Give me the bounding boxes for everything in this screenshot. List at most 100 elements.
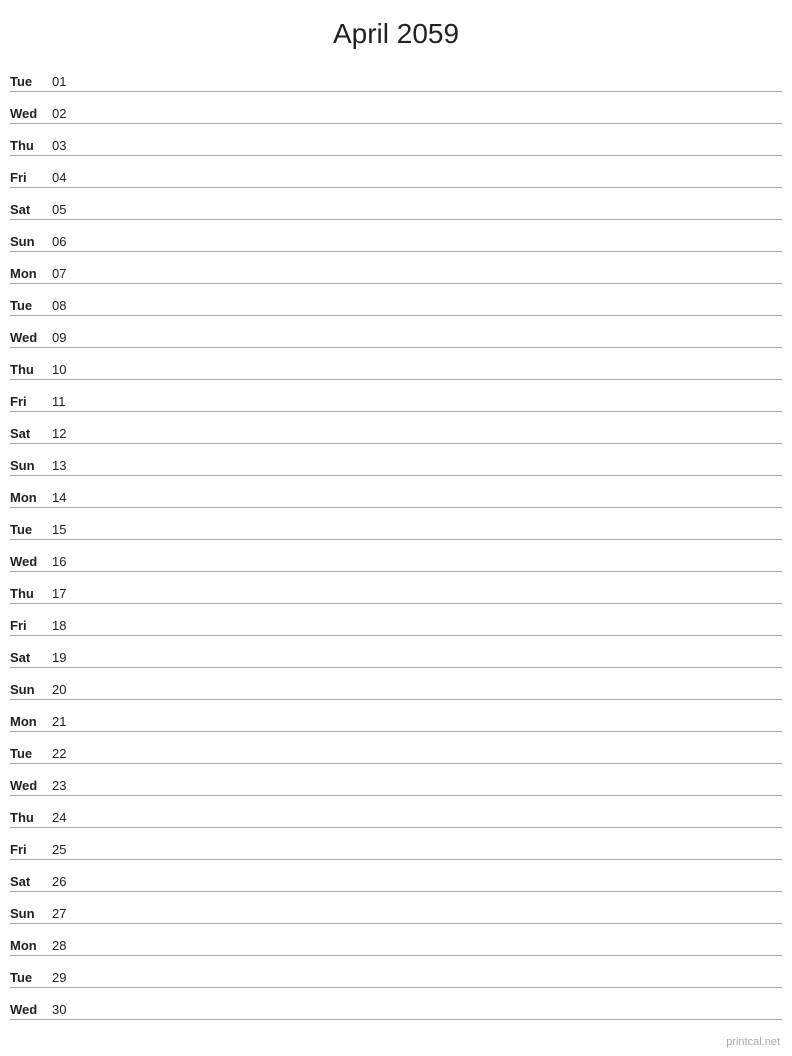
day-row: Thu24 [10, 796, 782, 828]
day-line [80, 408, 782, 409]
day-number: 23 [52, 778, 80, 793]
day-row: Wed23 [10, 764, 782, 796]
day-name: Fri [10, 394, 52, 409]
day-line [80, 536, 782, 537]
day-name: Sat [10, 874, 52, 889]
day-name: Wed [10, 554, 52, 569]
day-row: Wed16 [10, 540, 782, 572]
day-number: 30 [52, 1002, 80, 1017]
day-line [80, 184, 782, 185]
day-name: Thu [10, 586, 52, 601]
day-name: Wed [10, 330, 52, 345]
day-row: Fri11 [10, 380, 782, 412]
day-name: Sat [10, 426, 52, 441]
day-number: 17 [52, 586, 80, 601]
day-name: Fri [10, 170, 52, 185]
day-number: 08 [52, 298, 80, 313]
day-row: Sun20 [10, 668, 782, 700]
day-row: Mon07 [10, 252, 782, 284]
page-title: April 2059 [0, 0, 792, 60]
day-row: Tue15 [10, 508, 782, 540]
day-line [80, 216, 782, 217]
day-number: 07 [52, 266, 80, 281]
day-number: 18 [52, 618, 80, 633]
day-row: Sun06 [10, 220, 782, 252]
day-name: Mon [10, 938, 52, 953]
day-line [80, 344, 782, 345]
day-line [80, 952, 782, 953]
day-row: Wed09 [10, 316, 782, 348]
day-name: Sun [10, 234, 52, 249]
day-name: Tue [10, 746, 52, 761]
day-name: Wed [10, 778, 52, 793]
day-name: Sat [10, 650, 52, 665]
day-number: 21 [52, 714, 80, 729]
day-number: 20 [52, 682, 80, 697]
day-number: 05 [52, 202, 80, 217]
day-line [80, 920, 782, 921]
day-line [80, 248, 782, 249]
day-number: 01 [52, 74, 80, 89]
day-row: Mon28 [10, 924, 782, 956]
day-line [80, 472, 782, 473]
day-line [80, 568, 782, 569]
day-number: 24 [52, 810, 80, 825]
day-line [80, 120, 782, 121]
day-number: 26 [52, 874, 80, 889]
day-line [80, 856, 782, 857]
day-name: Wed [10, 106, 52, 121]
day-line [80, 88, 782, 89]
day-row: Mon14 [10, 476, 782, 508]
day-line [80, 152, 782, 153]
day-line [80, 984, 782, 985]
day-line [80, 760, 782, 761]
day-name: Thu [10, 138, 52, 153]
day-number: 28 [52, 938, 80, 953]
day-line [80, 696, 782, 697]
day-line [80, 728, 782, 729]
day-row: Fri25 [10, 828, 782, 860]
watermark: printcal.net [726, 1036, 780, 1048]
day-row: Sat05 [10, 188, 782, 220]
day-line [80, 632, 782, 633]
day-name: Sun [10, 682, 52, 697]
day-row: Wed02 [10, 92, 782, 124]
day-name: Tue [10, 970, 52, 985]
day-row: Tue01 [10, 60, 782, 92]
day-number: 25 [52, 842, 80, 857]
day-line [80, 1016, 782, 1017]
day-row: Sat26 [10, 860, 782, 892]
day-row: Thu10 [10, 348, 782, 380]
day-name: Sun [10, 906, 52, 921]
day-row: Sat12 [10, 412, 782, 444]
day-line [80, 504, 782, 505]
day-name: Wed [10, 1002, 52, 1017]
day-row: Fri18 [10, 604, 782, 636]
day-row: Sun27 [10, 892, 782, 924]
day-name: Sat [10, 202, 52, 217]
day-line [80, 440, 782, 441]
day-row: Thu17 [10, 572, 782, 604]
day-name: Tue [10, 298, 52, 313]
day-row: Tue29 [10, 956, 782, 988]
day-line [80, 888, 782, 889]
day-number: 04 [52, 170, 80, 185]
day-row: Mon21 [10, 700, 782, 732]
day-name: Thu [10, 810, 52, 825]
day-row: Tue08 [10, 284, 782, 316]
day-name: Mon [10, 490, 52, 505]
calendar-container: Tue01Wed02Thu03Fri04Sat05Sun06Mon07Tue08… [0, 60, 792, 1020]
day-name: Sun [10, 458, 52, 473]
day-name: Fri [10, 842, 52, 857]
day-number: 06 [52, 234, 80, 249]
day-number: 13 [52, 458, 80, 473]
day-number: 15 [52, 522, 80, 537]
day-number: 12 [52, 426, 80, 441]
day-number: 16 [52, 554, 80, 569]
day-number: 19 [52, 650, 80, 665]
day-line [80, 376, 782, 377]
day-line [80, 600, 782, 601]
day-row: Fri04 [10, 156, 782, 188]
day-number: 03 [52, 138, 80, 153]
day-line [80, 792, 782, 793]
